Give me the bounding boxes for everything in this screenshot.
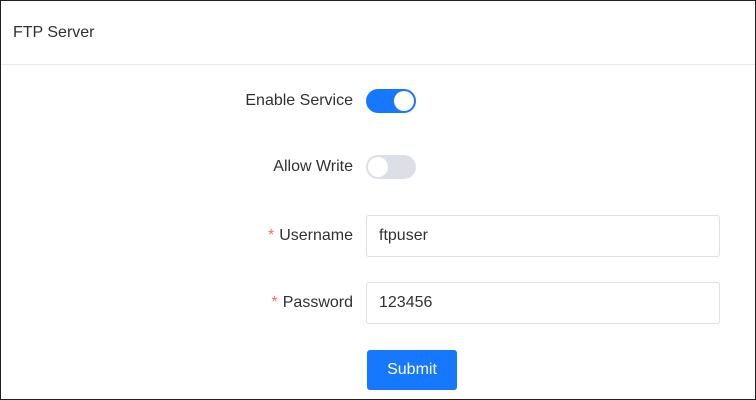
password-row: * Password [1,282,755,324]
username-input[interactable] [366,215,720,257]
password-label: * Password [272,282,353,324]
ftp-server-panel: FTP Server Enable Service Allow Write * … [0,0,756,400]
username-label: * Username [268,215,353,257]
toggle-knob [394,91,414,111]
required-mark: * [267,227,275,244]
username-label-text: Username [279,227,353,244]
submit-button[interactable]: Submit [367,350,457,390]
password-label-text: Password [282,294,353,311]
username-row: * Username [1,215,755,257]
enable-service-label: Enable Service [245,92,353,109]
password-input[interactable] [366,282,720,324]
allow-write-row: Allow Write [1,146,755,188]
enable-service-toggle[interactable] [366,89,416,113]
enable-service-row: Enable Service [1,80,755,122]
toggle-knob [368,157,388,177]
panel-header: FTP Server [1,1,755,65]
page-title: FTP Server [13,23,95,41]
required-mark: * [271,294,278,311]
allow-write-label: Allow Write [273,158,353,175]
allow-write-toggle[interactable] [366,155,416,179]
